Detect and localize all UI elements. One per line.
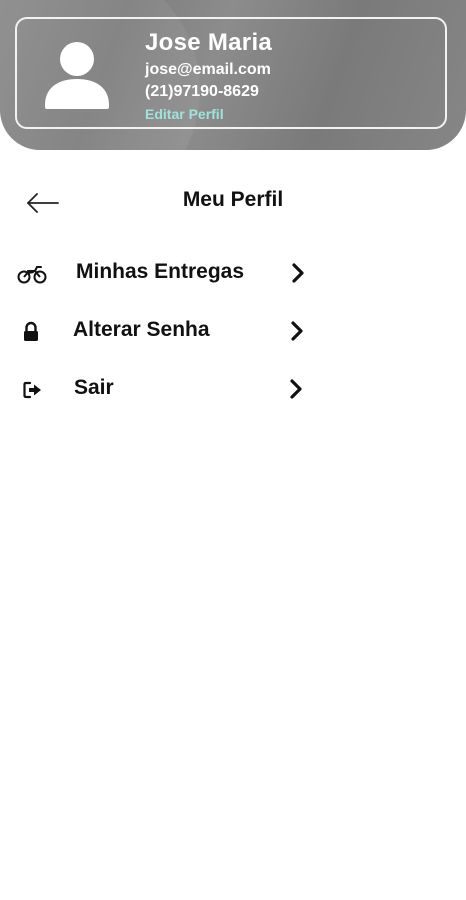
motorcycle-icon	[17, 263, 47, 285]
profile-card: Jose Maria jose@email.com (21)97190-8629…	[15, 17, 447, 129]
user-email: jose@email.com	[145, 61, 271, 78]
menu-item-minhas-entregas[interactable]: Minhas Entregas	[0, 249, 330, 299]
user-phone: (21)97190-8629	[145, 83, 259, 100]
page-title: Meu Perfil	[182, 188, 284, 211]
chevron-right-icon	[290, 320, 304, 342]
edit-profile-link[interactable]: Editar Perfil	[145, 103, 272, 125]
menu-item-label: Minhas Entregas	[76, 260, 245, 283]
menu-item-sair[interactable]: Sair	[0, 365, 330, 415]
menu-item-label: Alterar Senha	[73, 318, 210, 341]
menu-item-alterar-senha[interactable]: Alterar Senha	[0, 307, 330, 357]
user-info: Jose Maria jose@email.com (21)97190-8629…	[145, 27, 272, 125]
chevron-right-icon	[291, 262, 305, 284]
profile-header: Jose Maria jose@email.com (21)97190-8629…	[0, 0, 466, 150]
menu-item-label: Sair	[74, 376, 114, 399]
sign-out-icon	[22, 379, 44, 401]
profile-screen: Jose Maria jose@email.com (21)97190-8629…	[0, 0, 466, 900]
user-name: Jose Maria	[145, 29, 273, 56]
user-avatar-icon	[45, 39, 109, 111]
chevron-right-icon	[289, 378, 303, 400]
lock-icon	[22, 321, 40, 343]
topbar: Meu Perfil	[0, 178, 466, 228]
